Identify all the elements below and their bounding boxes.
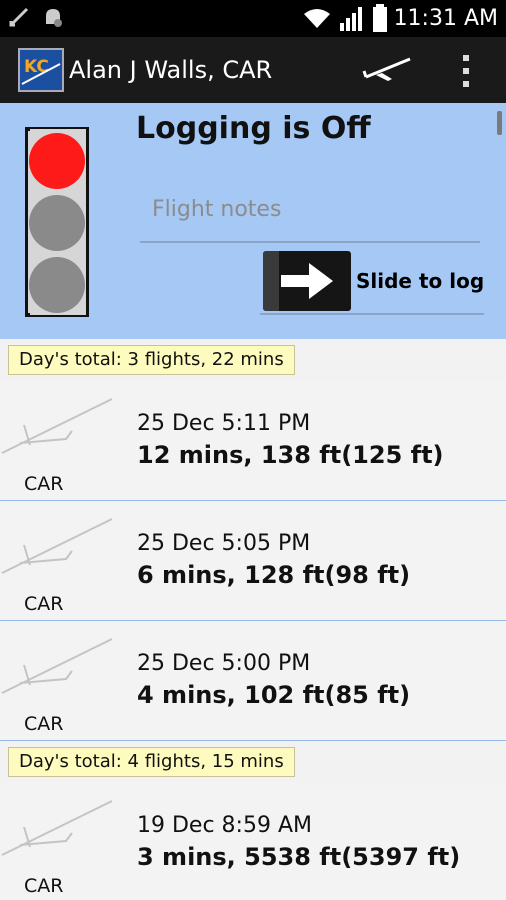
green-light [29, 257, 85, 313]
flight-row[interactable]: CAR 25 Dec 5:05 PM 6 mins, 128 ft(98 ft) [0, 501, 506, 621]
app-title: Alan J Walls, CAR [69, 56, 273, 84]
logging-panel: Logging is Off Slide to log [0, 103, 506, 339]
flight-row[interactable]: CAR 25 Dec 5:11 PM 12 mins, 138 ft(125 f… [0, 381, 506, 501]
logging-status: Logging is Off [136, 111, 371, 146]
glider-type: CAR [24, 593, 64, 615]
action-bar: KC Alan J Walls, CAR [0, 37, 506, 103]
glider-icon [1, 398, 113, 454]
flight-notes-input[interactable] [140, 177, 480, 243]
flight-stats: 4 mins, 102 ft(85 ft) [137, 681, 411, 709]
slide-to-log-label: Slide to log [356, 269, 485, 293]
flight-row[interactable]: CAR 25 Dec 5:00 PM 4 mins, 102 ft(85 ft) [0, 621, 506, 741]
glider-type: CAR [24, 473, 64, 495]
flight-datetime: 25 Dec 5:05 PM [137, 531, 311, 556]
flight-datetime: 25 Dec 5:00 PM [137, 651, 311, 676]
arrow-right-icon [281, 263, 333, 299]
status-left-icons [8, 6, 64, 30]
glider-type: CAR [24, 713, 64, 735]
flight-datetime: 19 Dec 8:59 AM [137, 813, 312, 838]
notification-icon [46, 9, 62, 27]
slide-to-log-slider[interactable]: Slide to log [260, 249, 484, 315]
flight-row[interactable]: CAR 19 Dec 8:59 AM 3 mins, 5538 ft(5397 … [0, 783, 506, 900]
flight-stats: 12 mins, 138 ft(125 ft) [137, 441, 444, 469]
day-total-badge: Day's total: 3 flights, 22 mins [8, 345, 295, 375]
status-right: 11:31 AM [302, 4, 498, 32]
amber-light [29, 195, 85, 251]
glider-action-button[interactable] [362, 51, 414, 91]
missed-call-icon [9, 7, 29, 27]
scrollbar[interactable] [497, 111, 502, 135]
red-light [29, 133, 85, 189]
glider-icon [1, 638, 113, 694]
battery-icon [372, 4, 387, 32]
overflow-menu-icon [463, 55, 469, 87]
glider-icon [1, 518, 113, 574]
status-bar: 11:31 AM [0, 0, 506, 37]
slider-handle[interactable] [263, 251, 351, 311]
glider-type: CAR [24, 875, 64, 897]
flight-list[interactable]: Day's total: 3 flights, 22 mins CAR 25 D… [0, 339, 506, 900]
day-total-badge: Day's total: 4 flights, 15 mins [8, 747, 295, 777]
svg-text:KC: KC [24, 57, 49, 77]
flight-stats: 6 mins, 128 ft(98 ft) [137, 561, 411, 589]
flight-stats: 3 mins, 5538 ft(5397 ft) [137, 843, 461, 871]
traffic-light-indicator [25, 127, 89, 317]
day-header: Day's total: 3 flights, 22 mins [0, 339, 506, 381]
app-logo-icon[interactable]: KC [18, 48, 64, 92]
wifi-icon [303, 9, 330, 28]
overflow-menu-button[interactable] [452, 51, 480, 91]
day-header: Day's total: 4 flights, 15 mins [0, 741, 506, 783]
glider-icon [362, 57, 411, 81]
status-time: 11:31 AM [393, 5, 498, 31]
signal-icon [339, 7, 362, 31]
flight-datetime: 25 Dec 5:11 PM [137, 411, 311, 436]
glider-icon [1, 800, 113, 856]
